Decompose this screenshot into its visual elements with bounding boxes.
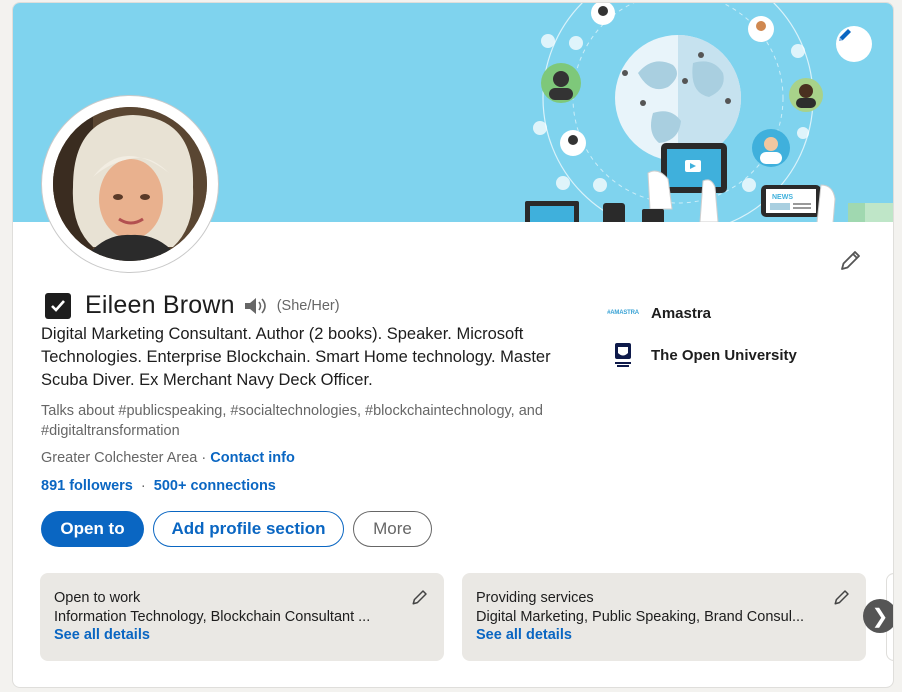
edit-intro-button[interactable] [837,246,865,274]
providing-services-card[interactable]: Providing services Digital Marketing, Pu… [462,573,866,661]
speaker-icon [244,297,266,314]
card-body: Information Technology, Blockchain Consu… [54,609,371,625]
profile-card: NEWS Eileen Brown (She/Her) Digital Mark… [12,2,894,688]
more-button[interactable]: More [353,511,432,547]
profile-name: Eileen Brown [85,291,235,319]
card-body: Digital Marketing, Public Speaking, Bran… [476,609,805,625]
profile-photo-image [53,107,207,261]
profile-headline: Digital Marketing Consultant. Author (2 … [41,325,551,389]
chevron-right-icon: ❯ [871,605,889,628]
followers-link[interactable]: 891 followers [41,478,133,494]
edit-open-to-work-button[interactable] [410,587,430,607]
pencil-icon [839,29,851,41]
see-all-details-link[interactable]: See all details [54,627,430,643]
org-name: Amastra [651,304,712,322]
pronouns: (She/Her) [276,297,340,314]
amastra-logo: #AMASTRA [607,310,639,316]
add-profile-section-button[interactable]: Add profile section [153,511,344,547]
name-row: Eileen Brown (She/Her) [45,291,340,320]
org-amastra[interactable]: #AMASTRA Amastra [605,299,711,327]
open-to-button[interactable]: Open to [41,511,144,547]
pencil-icon [834,590,849,605]
contact-info-link[interactable]: Contact info [210,450,295,466]
profile-photo[interactable] [41,95,219,273]
see-all-details-link[interactable]: See all details [476,627,852,643]
pencil-icon [412,590,427,605]
profile-actions: Open to Add profile section More [41,511,432,547]
open-to-work-card[interactable]: Open to work Information Technology, Blo… [40,573,444,661]
checkbox-icon [45,292,71,319]
org-name: The Open University [651,346,797,364]
talks-about: Talks about #publicspeaking, #socialtech… [41,403,543,439]
edit-banner-button[interactable] [836,26,872,62]
pencil-icon [841,251,860,270]
open-university-logo [605,341,641,369]
svg-text:NEWS: NEWS [772,194,793,201]
edit-providing-services-button[interactable] [832,587,852,607]
org-open-university[interactable]: The Open University [605,341,797,369]
carousel-next-button[interactable]: ❯ [863,599,893,633]
card-title: Providing services [476,590,594,606]
card-title: Open to work [54,590,141,606]
counts-row: 891 followers · 500+ connections [41,478,276,494]
separator: · [201,450,207,466]
separator: · [140,478,146,494]
avatar [53,107,207,261]
location-row: Greater Colchester Area · Contact info [41,450,295,466]
connections-link[interactable]: 500+ connections [154,478,276,494]
location: Greater Colchester Area [41,450,198,466]
pronunciation-button[interactable] [243,296,267,316]
